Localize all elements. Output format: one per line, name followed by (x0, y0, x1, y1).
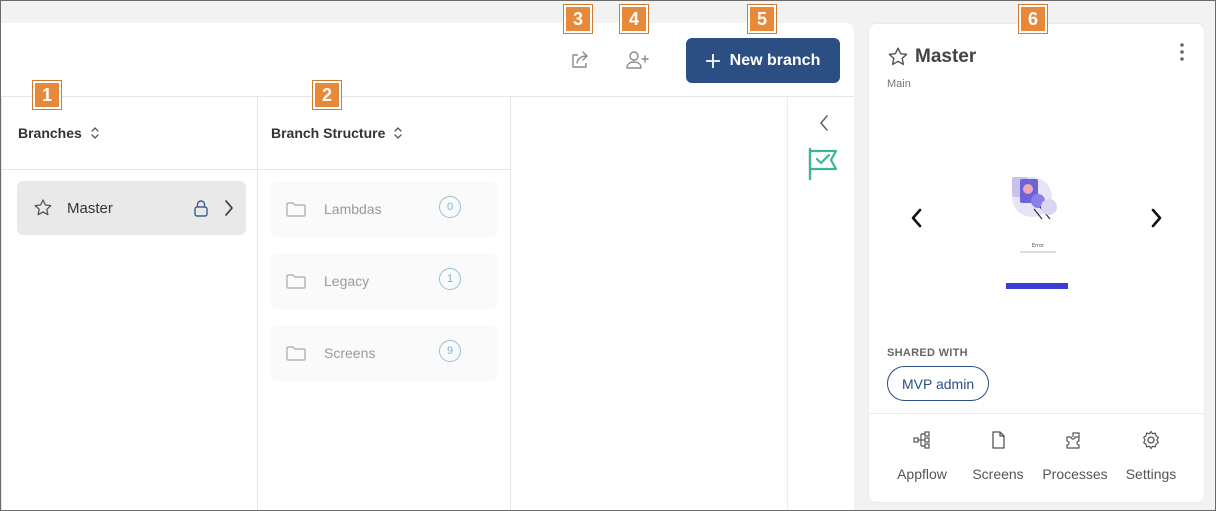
folder-count-badge: 9 (439, 340, 461, 362)
branch-structure-header[interactable]: Branch Structure (258, 97, 510, 170)
tab-settings[interactable]: Settings (1111, 430, 1191, 482)
folder-icon (286, 202, 306, 217)
branch-structure-column: Branch Structure Lambdas 0 Legacy 1 Scre… (257, 97, 511, 511)
branches-column: Branches Master (1, 97, 257, 511)
folder-icon (286, 274, 306, 289)
folder-count-badge: 0 (439, 196, 461, 218)
shared-with-label: SHARED WITH (887, 347, 968, 359)
branch-details-panel: Master Main Error SHARED WITH MVP admin (868, 23, 1205, 503)
details-subtitle: Main (887, 78, 911, 90)
branch-item-label: Master (67, 199, 113, 217)
add-user-button[interactable] (620, 43, 654, 77)
folder-label: Legacy (324, 273, 370, 289)
tab-screens[interactable]: Screens (958, 430, 1038, 482)
collapse-strip (787, 97, 854, 511)
tab-appflow[interactable]: Appflow (882, 430, 962, 482)
sort-icon (394, 127, 403, 139)
callout-badge-2: 2 (313, 81, 341, 109)
folder-icon (286, 346, 306, 361)
star-icon[interactable] (33, 198, 53, 218)
share-icon (572, 51, 588, 68)
folder-screens[interactable]: Screens 9 (270, 325, 498, 381)
new-branch-label: New branch (729, 51, 821, 69)
share-button[interactable] (563, 43, 597, 77)
callout-badge-5: 5 (748, 5, 776, 33)
tab-label: Appflow (897, 466, 947, 482)
chevron-left-icon[interactable] (818, 114, 830, 132)
chevron-right-icon[interactable] (224, 200, 234, 216)
add-user-icon (626, 51, 649, 69)
branches-header-label: Branches (18, 125, 82, 141)
callout-badge-1: 1 (33, 81, 61, 109)
more-options-icon[interactable] (1179, 42, 1185, 62)
gear-icon (1143, 430, 1159, 450)
screens-icon (992, 431, 1005, 449)
processes-icon (1066, 432, 1080, 449)
details-title-label: Master (915, 46, 977, 67)
callout-badge-4: 4 (620, 5, 648, 33)
folder-count-badge: 1 (439, 268, 461, 290)
carousel-prev-icon[interactable] (909, 207, 923, 229)
branch-structure-header-label: Branch Structure (271, 125, 386, 141)
folder-label: Screens (324, 345, 376, 361)
branch-item-master[interactable]: Master (17, 181, 246, 235)
folder-label: Lambdas (324, 201, 382, 217)
tab-label: Processes (1042, 466, 1108, 482)
tab-label: Settings (1125, 466, 1177, 482)
details-title: Master (887, 46, 976, 68)
plus-icon (705, 53, 720, 68)
lock-icon (194, 200, 208, 217)
carousel-next-icon[interactable] (1150, 207, 1164, 229)
appflow-icon (913, 431, 930, 449)
details-divider (869, 413, 1204, 414)
flag-check-icon[interactable] (806, 147, 840, 181)
preview-title: Error (1032, 243, 1045, 249)
star-icon[interactable] (887, 46, 909, 68)
tab-processes[interactable]: Processes (1035, 430, 1115, 482)
shared-with-chip[interactable]: MVP admin (887, 366, 990, 401)
callout-badge-3: 3 (564, 5, 592, 33)
folder-lambdas[interactable]: Lambdas 0 (270, 181, 498, 237)
error-illustration: Error (1006, 177, 1068, 290)
tab-label: Screens (972, 466, 1024, 482)
callout-badge-6: 6 (1019, 5, 1047, 33)
folder-legacy[interactable]: Legacy 1 (270, 253, 498, 309)
new-branch-button[interactable]: New branch (686, 38, 840, 83)
sort-icon (91, 127, 99, 139)
screen-preview-thumbnail[interactable]: Error (994, 149, 1082, 290)
